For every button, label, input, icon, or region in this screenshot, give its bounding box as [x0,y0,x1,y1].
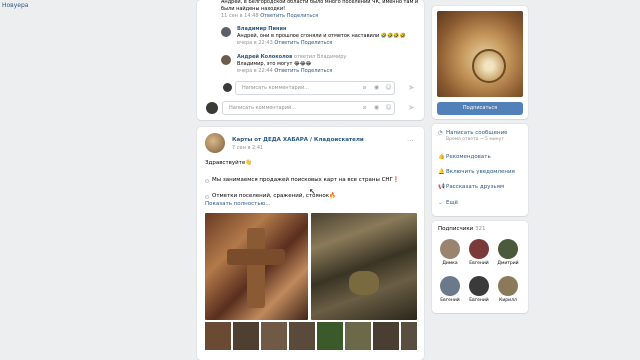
share-link[interactable]: Поделиться [301,40,332,46]
subscribers-title[interactable]: Подписчики 321 [438,226,485,232]
share-link[interactable]: Поделиться [301,68,332,74]
subscriber[interactable]: Евгений [439,276,461,303]
chevron-down-icon: ⌄ [438,200,443,206]
message-button[interactable]: ◔ Написать сообщение [438,130,508,136]
comment-text: Андрей, они в прошлое сгоняли и отметок … [237,33,406,39]
recommend-button[interactable]: 👍Рекомендовать [438,154,491,160]
comment-author[interactable]: Владимир Пинин [237,26,417,33]
send-icon[interactable]: ➤ [408,104,415,112]
actions-card: ◔ Написать сообщение Время ответа ~ 5 мин… [432,124,528,216]
camera-icon[interactable]: ◉ [373,84,380,91]
thumbnail[interactable] [233,322,259,350]
thumbnail[interactable] [373,322,399,350]
avatar [223,83,232,92]
comment-3: Андрей Колоколов ответил Владимиру Влади… [237,54,417,75]
avatar [206,102,218,114]
cross-shape [247,228,265,308]
smile-icon[interactable]: ☺ [385,104,392,111]
reply-link[interactable]: Ответить [274,40,299,46]
bullet-icon [205,195,209,199]
megaphone-icon: 📢 [438,184,445,190]
camera-icon[interactable]: ◉ [373,104,380,111]
comment-text: Андрей, в Белгородской области было мног… [221,0,419,12]
subscribers-card: Подписчики 321 Димка Евгений Дмитрий Евг… [432,221,528,313]
cursor-icon: ↖ [309,187,316,196]
send-icon[interactable]: ➤ [408,84,415,92]
post-card: Карты от ДЕДА ХАБАРА / Кладоискатели 7 с… [197,127,424,360]
avatar [469,239,489,259]
post-date[interactable]: 7 сен в 2:41 [232,145,263,151]
share-friends-button[interactable]: 📢Рассказать друзьям [438,184,504,190]
bell-icon: 🔔 [438,169,445,175]
left-nav-link[interactable]: Новуера [2,2,28,9]
subscriber[interactable]: Кирилл [497,276,519,303]
thumbnail[interactable] [261,322,287,350]
avatar [469,276,489,296]
bullet-icon [205,179,209,183]
message-icon: ◔ [438,130,443,136]
thumbnail[interactable] [401,322,417,350]
subscriber[interactable]: Дмитрий [497,239,519,266]
avatar [440,239,460,259]
comment-1: Андрей, в Белгородской области было мног… [221,0,421,20]
more-icon[interactable]: ··· [407,137,414,145]
post-author[interactable]: Карты от ДЕДА ХАБАРА / Кладоискатели [232,137,364,143]
post-photo-cross[interactable] [205,213,308,320]
post-line-2: Отметки поселений, сражений, стоянок🔥 [212,193,336,199]
comment-time[interactable]: 11 сен в 14:48 [221,13,259,19]
thumb-up-icon: 👍 [438,154,445,160]
compass-icon [472,49,506,83]
paperclip-icon[interactable]: ⌀ [361,104,368,111]
smile-icon[interactable]: ☺ [385,84,392,91]
avatar [440,276,460,296]
share-link[interactable]: Поделиться [287,13,318,19]
comment-author[interactable]: Андрей Колоколов [237,54,292,60]
reply-link[interactable]: Ответить [274,68,299,74]
avatar[interactable] [221,27,231,37]
comment-2: Владимир Пинин Андрей, они в прошлое сго… [237,26,417,47]
find-shape [349,271,379,295]
subscriber[interactable]: Евгений [468,276,490,303]
post-photo-ground[interactable] [311,213,417,320]
post-greeting: Здравствуйте👋 [205,160,253,166]
group-cover-card: Подписаться [432,6,528,119]
comment-time[interactable]: вчера в 22:44 [237,68,273,74]
comment-time[interactable]: вчера в 22:43 [237,40,273,46]
avatar [498,239,518,259]
thumbnail[interactable] [345,322,371,350]
post-line-1: Мы занимаемся продажей поисковых карт на… [212,177,400,183]
comment-text: Владимир, это могут 😂😂😂 [237,61,312,67]
notifications-button[interactable]: 🔔Включить уведомления [438,169,515,175]
reply-link[interactable]: Ответить [260,13,285,19]
compass-photo[interactable] [437,11,523,97]
comment-input[interactable]: Написать комментарий... [222,101,395,115]
reply-to: ответил Владимиру [293,54,347,60]
cross-shape [227,249,285,265]
more-button[interactable]: ⌄ Ещё [438,200,458,206]
avatar[interactable] [221,55,231,65]
group-avatar[interactable] [205,133,225,153]
response-time: Время ответа ~ 5 минут [446,137,504,142]
subscribe-button[interactable]: Подписаться [437,102,523,115]
thumbnail[interactable] [317,322,343,350]
comments-card: Андрей, в Белгородской области было мног… [197,0,424,120]
avatar [498,276,518,296]
thumbnail[interactable] [205,322,231,350]
thumbnail[interactable] [289,322,315,350]
subscriber[interactable]: Димка [439,239,461,266]
reply-input[interactable]: Написать комментарий... [235,81,395,95]
paperclip-icon[interactable]: ⌀ [361,84,368,91]
subscriber[interactable]: Евгений [468,239,490,266]
show-more-link[interactable]: Показать полностью... [205,201,270,208]
